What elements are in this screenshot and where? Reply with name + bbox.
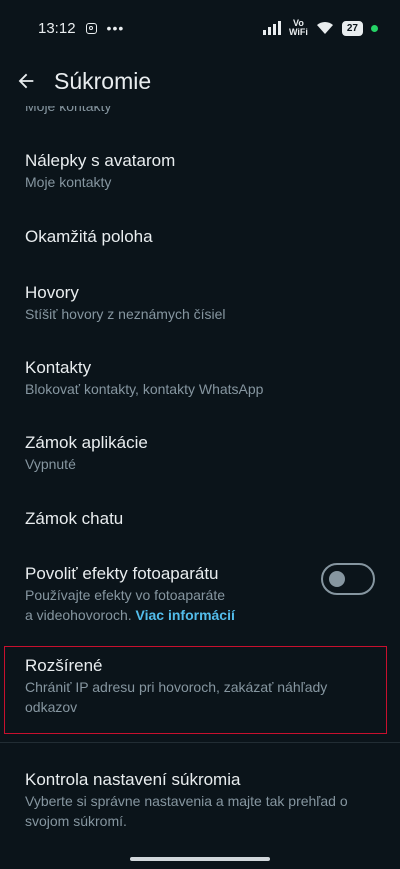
privacy-indicator-dot xyxy=(371,24,378,32)
item-title: Kontakty xyxy=(25,358,92,377)
list-item-calls[interactable]: Hovory Stíšiť hovory z neznámych čísiel xyxy=(25,282,375,324)
item-subtitle: Chrániť IP adresu pri hovoroch, zakázať … xyxy=(25,679,328,715)
arrow-left-icon xyxy=(18,73,34,89)
instagram-icon xyxy=(85,22,97,34)
status-time: 13:12 xyxy=(38,19,76,37)
wifi-icon xyxy=(316,21,333,34)
signal-icon xyxy=(262,21,281,35)
list-item-live-location[interactable]: Okamžitá poloha xyxy=(25,226,375,248)
learn-more-link[interactable]: Viac informácií xyxy=(136,607,235,623)
item-subtitle-line: Používajte efekty vo fotoaparáte xyxy=(25,587,226,603)
list-item-privacy-checkup[interactable]: Kontrola nastavení súkromia Vyberte si s… xyxy=(25,769,375,831)
back-button[interactable] xyxy=(6,61,46,101)
home-indicator[interactable] xyxy=(130,857,270,861)
list-item-app-lock[interactable]: Zámok aplikácie Vypnuté xyxy=(25,432,375,474)
item-subtitle: Vyberte si správne nastavenia a majte ta… xyxy=(25,793,348,829)
item-title: Okamžitá poloha xyxy=(25,227,153,246)
list-item-advanced[interactable]: Rozšírené Chrániť IP adresu pri hovoroch… xyxy=(25,655,375,717)
more-notifications-icon: ••• xyxy=(106,20,125,36)
item-subtitle: Blokovať kontakty, kontakty WhatsApp xyxy=(25,381,264,397)
item-subtitle: Moje kontakty xyxy=(25,174,112,190)
item-subtitle: Stíšiť hovory z neznámych čísiel xyxy=(25,306,226,322)
list-item-avatar-stickers[interactable]: Nálepky s avatarom Moje kontakty xyxy=(25,150,375,192)
camera-effects-toggle[interactable] xyxy=(321,563,375,595)
page-title: Súkromie xyxy=(54,67,152,94)
item-title: Rozšírené xyxy=(25,656,103,675)
item-title: Nálepky s avatarom xyxy=(25,151,176,170)
item-title: Kontrola nastavení súkromia xyxy=(25,770,241,789)
app-bar: Súkromie xyxy=(0,56,400,106)
item-title: Hovory xyxy=(25,283,79,302)
item-title: Povoliť efekty fotoaparátu xyxy=(25,564,219,583)
item-title: Zámok chatu xyxy=(25,509,124,528)
toggle-knob xyxy=(329,571,345,587)
list-item-contacts[interactable]: Kontakty Blokovať kontakty, kontakty Wha… xyxy=(25,357,375,399)
divider xyxy=(0,742,400,743)
battery-icon: 27 xyxy=(341,20,363,36)
item-title: Zámok aplikácie xyxy=(25,433,148,452)
item-subtitle-line: a videohovoroch. xyxy=(25,607,132,623)
status-bar: 13:12 ••• Vo WiFi 27 xyxy=(0,0,400,56)
item-subtitle: Vypnuté xyxy=(25,456,76,472)
item-subtitle: Používajte efekty vo fotoaparáte a video… xyxy=(25,585,310,625)
list-item-camera-effects[interactable]: Povoliť efekty fotoaparátu Používajte ef… xyxy=(25,563,310,625)
vowifi-icon: Vo WiFi xyxy=(288,18,308,37)
list-item-chat-lock[interactable]: Zámok chatu xyxy=(25,508,375,530)
